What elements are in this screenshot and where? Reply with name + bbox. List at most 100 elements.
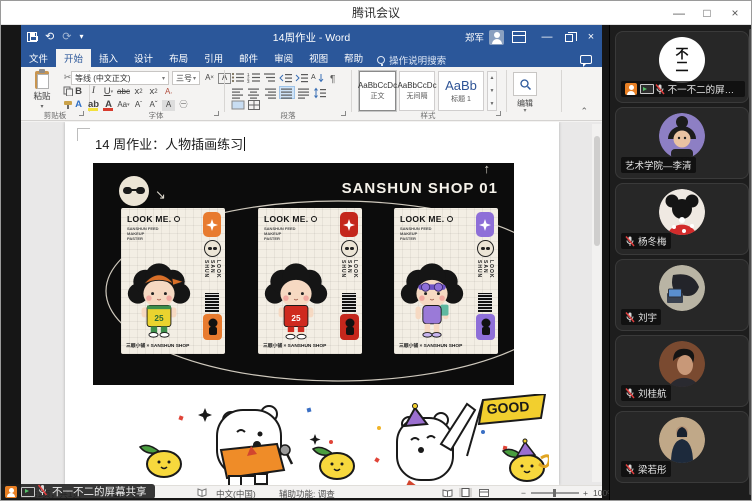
style-preview: AaBbCcDc: [397, 81, 436, 90]
phonetic-guide-icon[interactable]: A,: [162, 86, 175, 98]
participant-tile[interactable]: 刘桂航: [615, 335, 749, 407]
account-name[interactable]: 郑军: [465, 30, 484, 44]
zoom-slider-handle[interactable]: [553, 489, 556, 497]
show-marks-icon[interactable]: ¶: [327, 72, 341, 84]
multilevel-list-icon[interactable]: [263, 72, 277, 84]
word-close-icon[interactable]: ×: [580, 25, 602, 49]
screen-share-icon: [21, 487, 33, 497]
close-icon[interactable]: ×: [721, 1, 749, 24]
svg-text:3: 3: [247, 79, 250, 84]
font-color-icon[interactable]: A: [102, 99, 115, 111]
word-restore-icon[interactable]: [558, 25, 580, 49]
tab-帮助[interactable]: 帮助: [336, 49, 371, 67]
styles-gallery-scroll[interactable]: ▲ ▼ ▼: [487, 71, 497, 111]
card-footer: 三顺小铺 × SANSHUN SHOP: [263, 342, 326, 349]
document-page[interactable]: 14 周作业：人物插画练习 ↘ ↑: [65, 122, 559, 485]
participant-avatar: [659, 265, 705, 311]
collapse-ribbon-icon[interactable]: ⌃: [580, 106, 588, 117]
zoom-out-button[interactable]: −: [521, 488, 526, 498]
customize-qat-icon[interactable]: ▾: [79, 33, 83, 41]
font-name-combo[interactable]: 等线 (中文正文)▾: [71, 71, 169, 85]
undo-icon[interactable]: ⟲: [45, 32, 54, 43]
underline-icon[interactable]: U▾: [102, 86, 115, 98]
paragraph-dialog-launcher[interactable]: [341, 111, 346, 116]
align-right-icon[interactable]: [263, 87, 277, 99]
tab-邮件[interactable]: 邮件: [231, 49, 266, 67]
proofing-icon[interactable]: [197, 488, 207, 499]
styles-scroll-down-icon[interactable]: ▼: [490, 88, 495, 94]
tab-布局[interactable]: 布局: [161, 49, 196, 67]
document-scrollbar-thumb[interactable]: [594, 136, 600, 246]
numbering-icon[interactable]: 123: [247, 72, 261, 84]
text-effects-icon[interactable]: A: [72, 99, 85, 111]
document-area[interactable]: 14 周作业：人物插画练习 ↘ ↑: [21, 122, 602, 485]
text-cursor: [244, 137, 245, 151]
subscript-icon[interactable]: x2: [132, 86, 145, 98]
card-footer: 三顺小铺 × SANSHUN SHOP: [126, 342, 189, 349]
print-layout-icon[interactable]: [459, 488, 472, 497]
increase-indent-icon[interactable]: [295, 72, 309, 84]
arrow-up-icon: ↑: [484, 163, 491, 176]
style-name: 无间隔: [407, 91, 428, 101]
align-center-icon[interactable]: [247, 87, 261, 99]
paragraph-row2: [231, 86, 327, 99]
participant-tile[interactable]: 刘宇: [615, 259, 749, 331]
character-shading-icon[interactable]: A: [162, 100, 175, 111]
zoom-in-button[interactable]: +: [583, 488, 588, 498]
align-left-icon[interactable]: [231, 87, 245, 99]
highlight-color-icon[interactable]: ab: [87, 99, 100, 111]
tab-文件[interactable]: 文件: [21, 49, 56, 67]
line-spacing-icon[interactable]: [313, 87, 327, 99]
strikethrough-icon[interactable]: abc: [117, 86, 130, 98]
save-icon[interactable]: [27, 32, 37, 42]
justify-icon[interactable]: [279, 86, 295, 99]
bold-icon[interactable]: B: [72, 86, 85, 98]
italic-icon[interactable]: I: [87, 86, 100, 98]
superscript-icon[interactable]: x2: [147, 86, 160, 98]
redo-icon[interactable]: ⟳: [62, 32, 71, 43]
paste-button[interactable]: 粘贴 ▾: [27, 70, 57, 110]
accessibility-status[interactable]: 辅助功能: 调查: [279, 488, 335, 500]
tab-审阅[interactable]: 审阅: [266, 49, 301, 67]
tab-视图[interactable]: 视图: [301, 49, 336, 67]
word-minimize-icon[interactable]: —: [536, 25, 558, 49]
tell-me-search[interactable]: 操作说明搜索: [377, 53, 446, 67]
styles-scroll-up-icon[interactable]: ▲: [490, 75, 495, 81]
tab-引用[interactable]: 引用: [196, 49, 231, 67]
style-正文[interactable]: AaBbCcDc正文: [359, 71, 396, 111]
tab-设计[interactable]: 设计: [126, 49, 161, 67]
document-scrollbar[interactable]: [592, 124, 601, 482]
ribbon-tab-row: 文件开始插入设计布局引用邮件审阅视图帮助 操作说明搜索: [21, 49, 602, 67]
minimize-icon[interactable]: —: [665, 1, 693, 24]
participant-tile[interactable]: 梁若彤: [615, 411, 749, 483]
poster-image[interactable]: ↘ ↑ SANSHUN SHOP 01 LOOK ME. SANSHUN FEE…: [93, 163, 514, 385]
ribbon-display-options-icon[interactable]: [512, 31, 526, 43]
card-sticker: [476, 314, 495, 340]
distribute-icon[interactable]: [297, 87, 311, 99]
celebration-illustration-image[interactable]: GOOD: [79, 394, 549, 485]
participant-tile[interactable]: 艺术学院—李清: [615, 107, 749, 179]
tab-开始[interactable]: 开始: [56, 49, 91, 67]
participant-tile[interactable]: 杨冬梅: [615, 183, 749, 255]
font-size-combo[interactable]: 三号▾: [172, 71, 200, 85]
font-dialog-launcher[interactable]: [214, 111, 219, 116]
clear-formatting-icon[interactable]: A×: [203, 72, 216, 84]
comment-icon[interactable]: [580, 55, 592, 64]
participant-tile[interactable]: 不 二不一不二的屏幕...: [615, 31, 749, 103]
sort-icon[interactable]: A: [311, 72, 325, 84]
maximize-icon[interactable]: □: [693, 1, 721, 24]
bullets-icon[interactable]: [231, 72, 245, 84]
find-button[interactable]: [513, 72, 537, 96]
style-标题 1[interactable]: AaBb标题 1: [438, 71, 484, 111]
read-mode-icon[interactable]: [441, 488, 454, 497]
shading-icon[interactable]: [231, 99, 245, 111]
styles-gallery-more-icon[interactable]: ▼: [490, 101, 495, 107]
tab-插入[interactable]: 插入: [91, 49, 126, 67]
account-avatar[interactable]: [489, 30, 504, 45]
decrease-indent-icon[interactable]: [279, 72, 293, 84]
style-无间隔[interactable]: AaBbCcDc无间隔: [399, 71, 435, 111]
web-layout-icon[interactable]: [477, 488, 490, 497]
clipboard-dialog-launcher[interactable]: [79, 111, 84, 116]
language-status[interactable]: 中文(中国): [216, 488, 256, 500]
styles-dialog-launcher[interactable]: [496, 111, 501, 116]
